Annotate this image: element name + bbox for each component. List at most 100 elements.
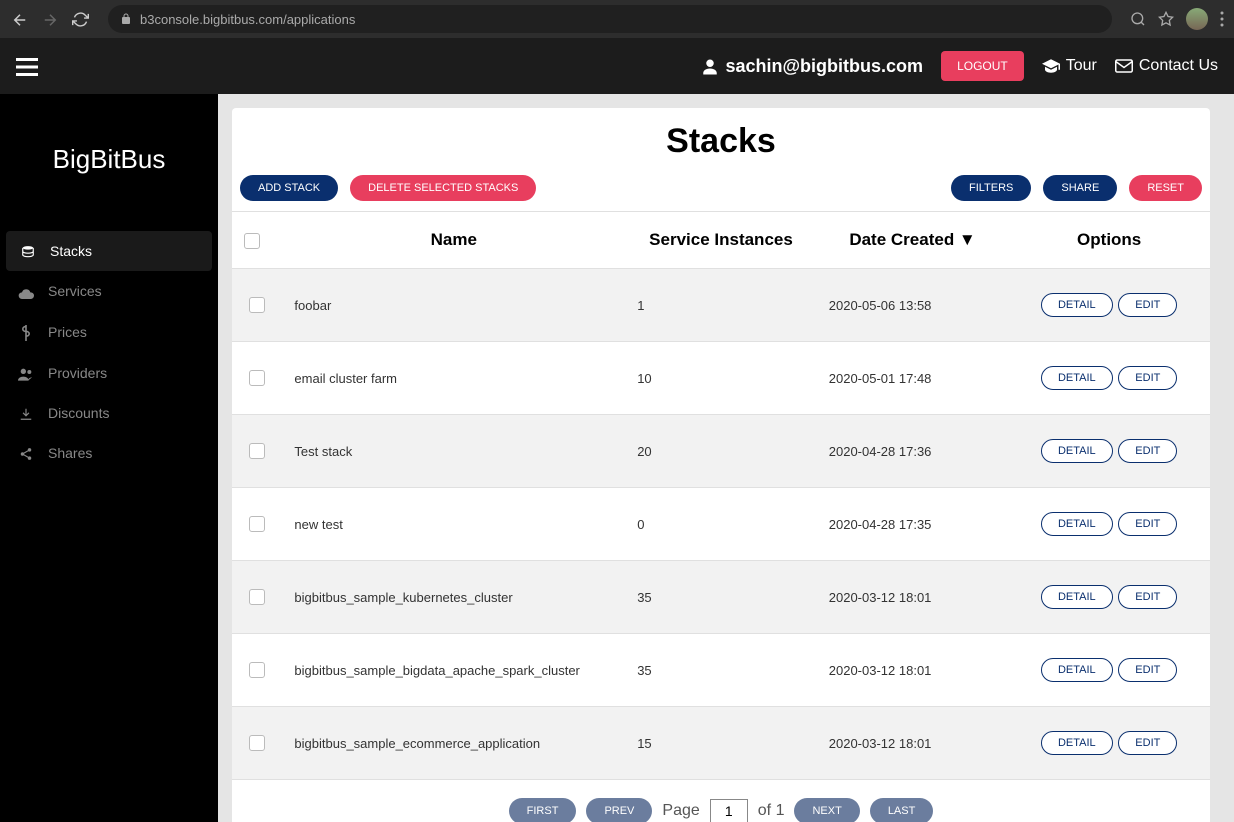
share-icon [18, 445, 34, 461]
first-page-button[interactable]: FIRST [509, 798, 577, 822]
row-checkbox[interactable] [249, 297, 265, 313]
header-date[interactable]: Date Created ▼ [817, 212, 1009, 269]
cell-name: email cluster farm [282, 342, 625, 415]
header-name[interactable]: Name [282, 212, 625, 269]
row-checkbox[interactable] [249, 735, 265, 751]
edit-button[interactable]: EDIT [1118, 658, 1177, 682]
page-label: Page [662, 802, 699, 820]
avatar[interactable] [1186, 8, 1208, 30]
select-all-checkbox[interactable] [244, 233, 260, 249]
filters-button[interactable]: FILTERS [951, 175, 1031, 201]
sidebar-item-stacks[interactable]: Stacks [6, 231, 212, 271]
detail-button[interactable]: DETAIL [1041, 658, 1113, 682]
prev-page-button[interactable]: PREV [586, 798, 652, 822]
detail-button[interactable]: DETAIL [1041, 512, 1113, 536]
edit-button[interactable]: EDIT [1118, 366, 1177, 390]
table-row: bigbitbus_sample_kubernetes_cluster 35 2… [232, 561, 1210, 634]
detail-button[interactable]: DETAIL [1041, 585, 1113, 609]
zoom-icon[interactable] [1130, 10, 1146, 28]
edit-button[interactable]: EDIT [1118, 731, 1177, 755]
hamburger-icon[interactable] [16, 53, 38, 79]
cell-instances: 1 [625, 269, 817, 342]
cell-name: bigbitbus_sample_kubernetes_cluster [282, 561, 625, 634]
address-bar[interactable]: b3console.bigbitbus.com/applications [108, 5, 1112, 33]
detail-button[interactable]: DETAIL [1041, 293, 1113, 317]
stacks-table: Name Service Instances Date Created ▼ Op… [232, 211, 1210, 780]
app-header: sachin@bigbitbus.com LOGOUT Tour Contact… [0, 38, 1234, 94]
cell-date: 2020-03-12 18:01 [817, 707, 1009, 780]
detail-button[interactable]: DETAIL [1041, 439, 1113, 463]
row-checkbox[interactable] [249, 370, 265, 386]
next-page-button[interactable]: NEXT [794, 798, 859, 822]
last-page-button[interactable]: LAST [870, 798, 934, 822]
download-icon [18, 405, 34, 421]
envelope-icon [1115, 57, 1133, 75]
users-icon [18, 365, 34, 381]
graduation-icon [1042, 57, 1060, 75]
table-row: new test 0 2020-04-28 17:35 DETAIL EDIT [232, 488, 1210, 561]
star-icon[interactable] [1158, 10, 1174, 28]
cell-date: 2020-03-12 18:01 [817, 561, 1009, 634]
detail-button[interactable]: DETAIL [1041, 731, 1113, 755]
sidebar-item-prices[interactable]: Prices [0, 311, 218, 352]
cell-name: bigbitbus_sample_ecommerce_application [282, 707, 625, 780]
sidebar-item-label: Services [48, 283, 102, 299]
edit-button[interactable]: EDIT [1118, 512, 1177, 536]
detail-button[interactable]: DETAIL [1041, 366, 1113, 390]
table-row: bigbitbus_sample_ecommerce_application 1… [232, 707, 1210, 780]
sidebar-item-discounts[interactable]: Discounts [0, 393, 218, 433]
sidebar-item-label: Shares [48, 445, 92, 461]
contact-link[interactable]: Contact Us [1115, 57, 1218, 75]
cell-instances: 10 [625, 342, 817, 415]
cell-instances: 35 [625, 634, 817, 707]
add-stack-button[interactable]: ADD STACK [240, 175, 338, 201]
sidebar-item-label: Stacks [50, 243, 92, 259]
cell-instances: 15 [625, 707, 817, 780]
cell-name: foobar [282, 269, 625, 342]
cell-date: 2020-05-01 17:48 [817, 342, 1009, 415]
url-text: b3console.bigbitbus.com/applications [140, 12, 355, 27]
forward-icon[interactable] [40, 9, 60, 30]
action-bar: ADD STACK DELETE SELECTED STACKS FILTERS… [232, 175, 1210, 211]
logout-button[interactable]: LOGOUT [941, 51, 1024, 81]
user-info: sachin@bigbitbus.com [701, 56, 923, 77]
cell-date: 2020-04-28 17:36 [817, 415, 1009, 488]
sidebar-item-services[interactable]: Services [0, 271, 218, 311]
row-checkbox[interactable] [249, 662, 265, 678]
share-button[interactable]: SHARE [1043, 175, 1117, 201]
sidebar: BigBitBus Stacks Services Prices [0, 94, 218, 822]
browser-toolbar: b3console.bigbitbus.com/applications [0, 0, 1234, 38]
main-content: Stacks ADD STACK DELETE SELECTED STACKS … [218, 94, 1224, 822]
reset-button[interactable]: RESET [1129, 175, 1202, 201]
row-checkbox[interactable] [249, 589, 265, 605]
reload-icon[interactable] [70, 9, 90, 30]
edit-button[interactable]: EDIT [1118, 585, 1177, 609]
row-checkbox[interactable] [249, 443, 265, 459]
page-title: Stacks [232, 108, 1210, 175]
dollar-icon [18, 323, 34, 340]
row-checkbox[interactable] [249, 516, 265, 532]
cell-date: 2020-05-06 13:58 [817, 269, 1009, 342]
page-of-label: of 1 [758, 802, 785, 820]
back-icon[interactable] [10, 9, 30, 30]
user-icon [701, 56, 719, 77]
pagination: FIRST PREV Page of 1 NEXT LAST [232, 780, 1210, 822]
cell-instances: 35 [625, 561, 817, 634]
header-options: Options [1008, 212, 1210, 269]
edit-button[interactable]: EDIT [1118, 293, 1177, 317]
tour-link[interactable]: Tour [1042, 57, 1097, 75]
page-input[interactable] [710, 799, 748, 822]
sidebar-item-label: Prices [48, 324, 87, 340]
cell-date: 2020-03-12 18:01 [817, 634, 1009, 707]
cell-instances: 0 [625, 488, 817, 561]
lock-icon [120, 13, 132, 25]
cell-name: bigbitbus_sample_bigdata_apache_spark_cl… [282, 634, 625, 707]
database-icon [20, 243, 36, 259]
sidebar-item-label: Providers [48, 365, 107, 381]
sidebar-item-providers[interactable]: Providers [0, 353, 218, 393]
menu-dots-icon[interactable] [1220, 10, 1224, 28]
sidebar-item-shares[interactable]: Shares [0, 433, 218, 473]
delete-selected-button[interactable]: DELETE SELECTED STACKS [350, 175, 536, 201]
header-instances[interactable]: Service Instances [625, 212, 817, 269]
edit-button[interactable]: EDIT [1118, 439, 1177, 463]
